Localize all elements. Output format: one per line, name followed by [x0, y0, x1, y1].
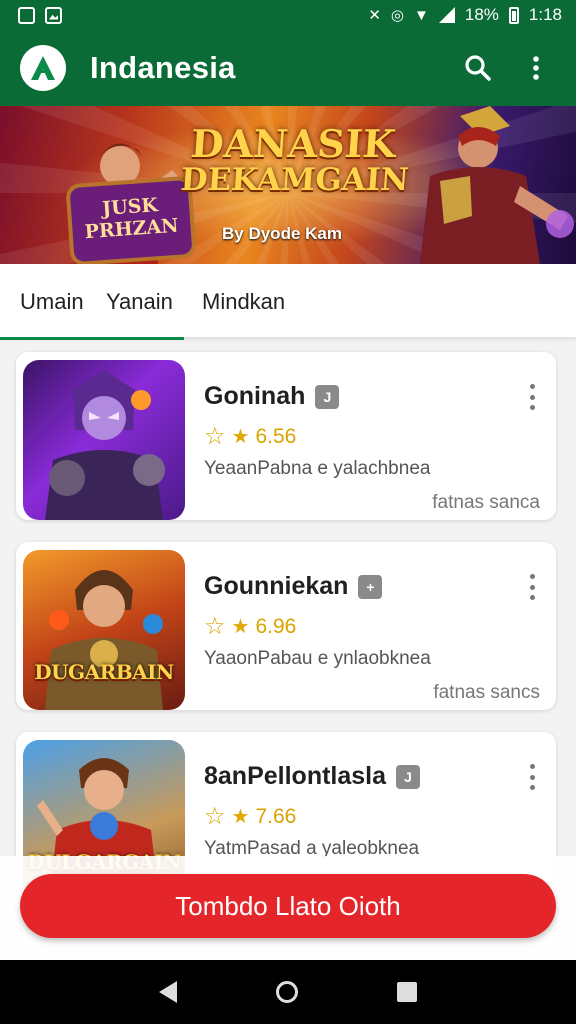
dot — [529, 574, 535, 579]
banner-title-line2: DEKAMGAIN — [179, 162, 410, 198]
rating: ☆ ★ 6.96 — [204, 612, 296, 641]
item-more-icon[interactable] — [522, 762, 542, 792]
wifi-icon: ▼ — [414, 6, 429, 24]
banner-subtitle: By Dyode Kam — [222, 224, 342, 243]
dot — [529, 405, 535, 410]
more-vert-icon[interactable] — [514, 46, 558, 90]
game-meta: fatnas sancs — [433, 682, 540, 703]
gallery-icon — [45, 6, 62, 24]
favorite-star-icon[interactable]: ☆ — [204, 612, 226, 641]
game-thumbnail[interactable]: DUGARBAIN — [23, 550, 185, 710]
app-title: Indanesia — [90, 50, 236, 85]
game-title[interactable]: Gounniekan + — [204, 572, 383, 601]
game-title[interactable]: Goninah J — [204, 382, 340, 411]
title-badge: J — [315, 384, 340, 409]
game-description: YeaanPabna e yalachbnea — [204, 458, 431, 479]
recents-icon[interactable] — [396, 982, 417, 1002]
dot — [529, 764, 535, 769]
status-time: 1:18 — [528, 5, 562, 24]
search-icon[interactable] — [456, 46, 500, 90]
star-icon: ★ — [231, 616, 250, 638]
battery-icon — [508, 6, 519, 24]
rating: ☆ ★ 6.56 — [204, 422, 296, 451]
title-badge: + — [358, 574, 383, 599]
app-bar: Indanesia — [0, 30, 576, 106]
status-right: ✕ ◎ ▼ 18% 1:18 — [368, 5, 562, 25]
tab-bar: Umain Yanain Mindkan — [0, 264, 576, 338]
dot — [529, 785, 535, 790]
game-meta: fatnas sanca — [432, 492, 540, 513]
dot — [529, 394, 535, 400]
status-left — [18, 6, 62, 24]
mute-icon: ✕ — [368, 6, 381, 24]
banner-hero-right-image — [420, 106, 574, 264]
status-bar: ✕ ◎ ▼ 18% 1:18 — [0, 0, 576, 30]
banner-title: DANASIK DEKAMGAIN — [179, 121, 410, 198]
tab-indicator — [0, 337, 184, 340]
dot — [529, 774, 535, 780]
rating-value: 6.96 — [255, 614, 297, 638]
game-description: YaaonPabau e ynlaobknea — [204, 648, 431, 669]
system-nav-bar — [0, 960, 576, 1024]
primary-cta-button[interactable]: Tombdo Llato Oioth — [20, 874, 556, 938]
rating: ☆ ★ 7.66 — [204, 802, 296, 831]
item-more-icon[interactable] — [522, 382, 542, 412]
banner-scroll-line2: PRHZAN — [83, 214, 180, 244]
back-icon[interactable] — [159, 981, 178, 1003]
game-thumbnail[interactable] — [23, 360, 185, 520]
game-title[interactable]: 8anPellontlasla J — [204, 762, 421, 791]
banner-title-line1: DANASIK — [189, 121, 398, 166]
home-icon[interactable] — [275, 981, 298, 1003]
battery-percent: 18% — [464, 5, 499, 24]
favorite-star-icon[interactable]: ☆ — [204, 422, 226, 451]
game-thumbnail-text: DUGARBAIN — [34, 660, 174, 684]
game-thumbnail-art — [45, 570, 163, 710]
game-thumbnail-art — [45, 370, 165, 520]
rating-value: 7.66 — [255, 804, 297, 828]
game-title-text: Gounniekan — [204, 572, 349, 600]
star-icon: ★ — [231, 426, 250, 448]
list-item[interactable]: Goninah J ☆ ★ 6.56 YeaanPabna e yalachbn… — [16, 352, 556, 520]
data-saver-icon: ◎ — [390, 6, 405, 24]
game-title-text: 8anPellontlasla — [204, 762, 387, 790]
star-icon: ★ — [231, 806, 250, 828]
tab-umain[interactable]: Umain — [20, 289, 84, 315]
favorite-star-icon[interactable]: ☆ — [204, 802, 226, 831]
tab-mindkan[interactable]: Mindkan — [202, 289, 285, 315]
notification-icon — [18, 6, 35, 24]
title-badge: J — [396, 764, 421, 789]
item-more-icon[interactable] — [522, 572, 542, 602]
signal-icon — [438, 7, 455, 23]
list-item[interactable]: DUGARBAIN Gounniekan + ☆ ★ 6.96 YaaonPab… — [16, 542, 556, 710]
game-title-text: Goninah — [204, 382, 306, 410]
banner-scroll: JUSK PRHZAN — [69, 179, 193, 263]
rating-value: 6.56 — [255, 424, 297, 448]
dot — [529, 595, 535, 600]
promo-banner[interactable]: JUSK PRHZAN DANASIK DEKAMGAIN By Dyode K… — [0, 106, 576, 264]
dot — [529, 584, 535, 590]
tab-yanain[interactable]: Yanain — [106, 289, 173, 315]
app-logo-icon[interactable] — [20, 45, 66, 91]
dot — [529, 384, 535, 389]
